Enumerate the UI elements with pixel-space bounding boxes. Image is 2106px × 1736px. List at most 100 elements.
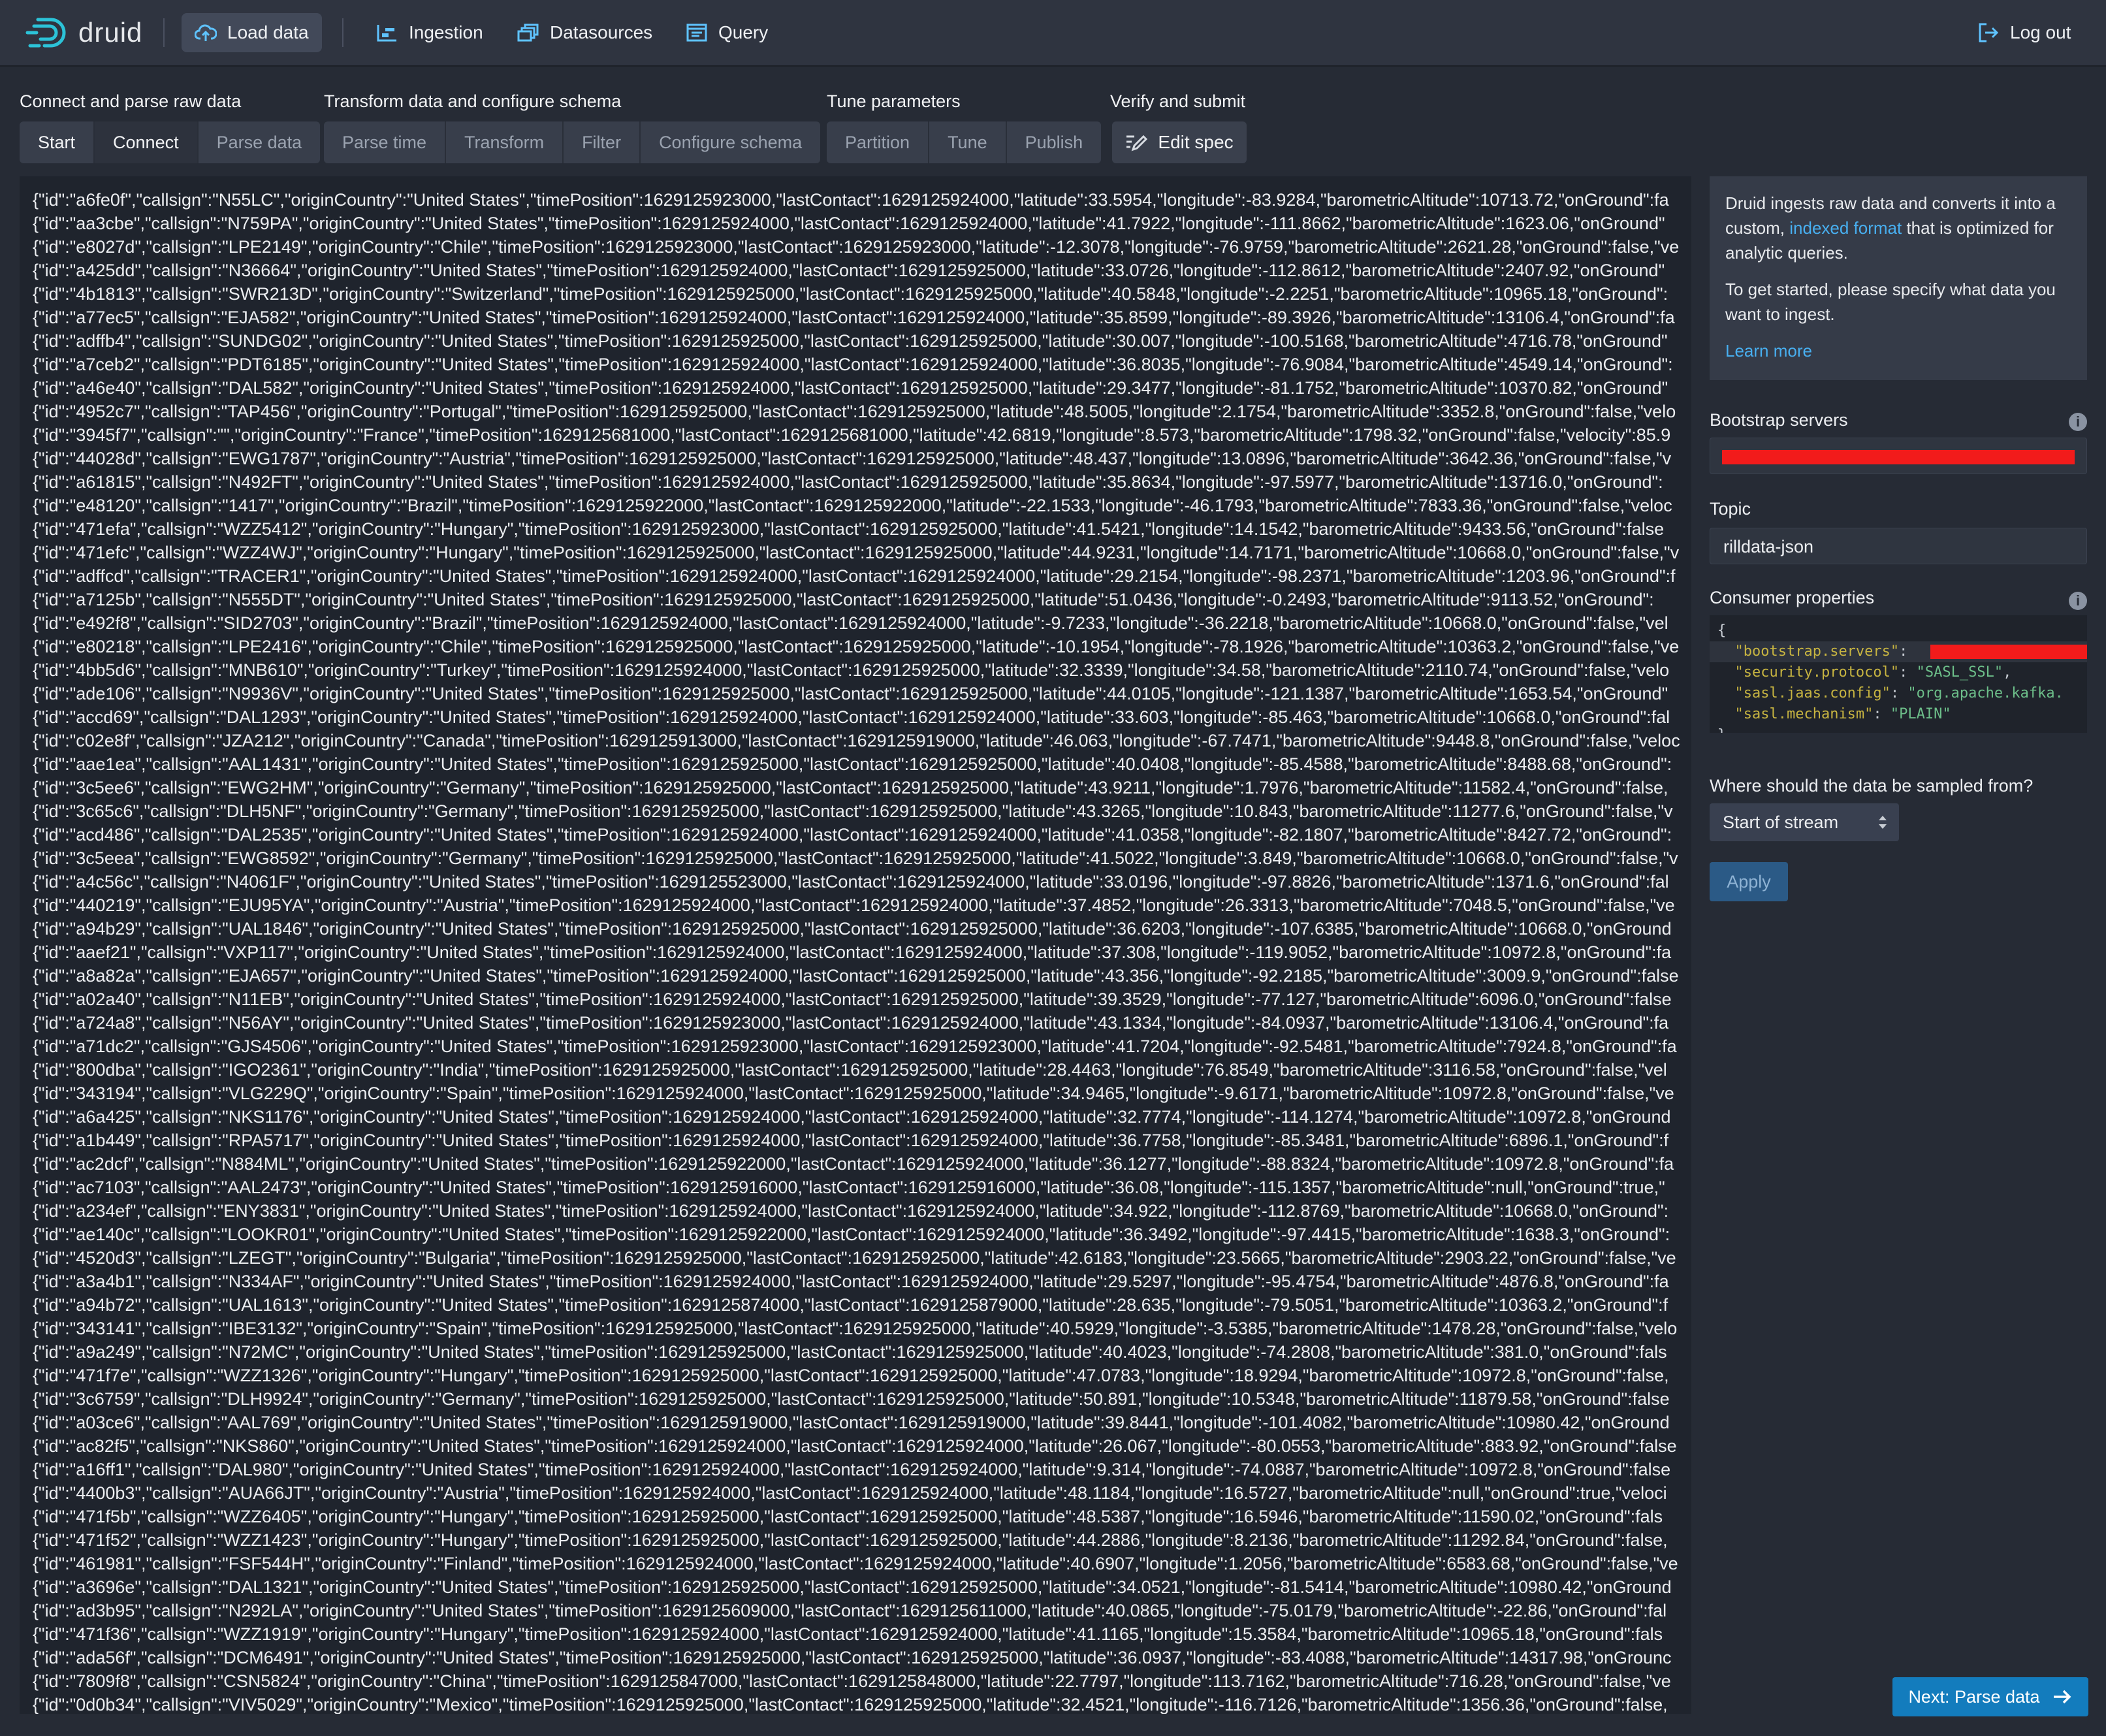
raw-data-line: {"id":"7809f8","callsign":"CSN5824","ori… xyxy=(33,1671,1671,1691)
nav-load-data-label: Load data xyxy=(227,22,309,42)
code-line: "bootstrap.servers": xyxy=(1710,641,2087,662)
code-key: "sasl.mechanism" xyxy=(1734,706,1874,722)
logout-icon xyxy=(1979,23,1999,42)
nav-query-button[interactable]: Query xyxy=(673,13,781,52)
topic-input[interactable]: rilldata-json xyxy=(1710,528,2087,564)
raw-data-line: {"id":"4bb5d6","callsign":"MNB610","orig… xyxy=(33,660,1670,680)
raw-data-line: {"id":"aaef21","callsign":"VXP117","orig… xyxy=(33,942,1672,962)
intro-paragraph-2: To get started, please specify what data… xyxy=(1725,280,2056,324)
redacted-bar xyxy=(1722,450,2075,464)
step-group-title-connect: Connect and parse raw data xyxy=(20,91,242,111)
code-line: "security.protocol": "SASL_SSL", xyxy=(1734,664,2012,681)
step-parse-data[interactable]: Parse data xyxy=(198,121,321,163)
edit-spec-label: Edit spec xyxy=(1158,132,1234,152)
raw-data-line: {"id":"a16ff1","callsign":"DAL980","orig… xyxy=(33,1460,1671,1479)
datasources-icon xyxy=(517,24,539,42)
raw-data-line: {"id":"471f36","callsign":"WZZ1919","ori… xyxy=(33,1624,1663,1644)
raw-data-lines: {"id":"a6fe0f","callsign":"N55LC","origi… xyxy=(20,176,1691,1714)
code-value: "org.apache.kafka. xyxy=(1907,685,2064,701)
consumer-properties-editor[interactable]: { "bootstrap.servers": "security.protoco… xyxy=(1710,615,2087,733)
druid-logo-icon xyxy=(25,18,66,48)
app-name: druid xyxy=(78,17,143,48)
raw-data-line: {"id":"a94b29","callsign":"UAL1846","ori… xyxy=(33,919,1672,939)
apply-button[interactable]: Apply xyxy=(1710,862,1788,901)
sample-from-select[interactable]: Start of stream xyxy=(1710,803,1899,841)
raw-data-line: {"id":"c02e8f","callsign":"JZA212","orig… xyxy=(33,731,1680,750)
next-parse-data-button[interactable]: Next: Parse data xyxy=(1892,1677,2088,1716)
step-tune[interactable]: Tune xyxy=(929,121,1007,163)
code-value: "SASL_SSL" xyxy=(1916,664,2003,681)
raw-data-line: {"id":"e48120","callsign":"1417","origin… xyxy=(33,496,1672,515)
druid-logo[interactable]: druid xyxy=(25,14,142,51)
select-caret-icon xyxy=(1879,816,1887,829)
logout-button[interactable]: Log out xyxy=(1964,13,2084,52)
step-edit-spec-button[interactable]: Edit spec xyxy=(1112,121,1247,163)
code-brace-open: { xyxy=(1717,622,1727,639)
raw-data-line: {"id":"a6fe0f","callsign":"N55LC","origi… xyxy=(33,190,1669,210)
raw-data-line: {"id":"44028d","callsign":"EWG1787","ori… xyxy=(33,449,1672,468)
raw-data-line: {"id":"471f7e","callsign":"WZZ1326","ori… xyxy=(33,1366,1669,1385)
consumer-properties-label: Consumer properties xyxy=(1710,588,1875,607)
raw-data-line: {"id":"4520d3","callsign":"LZEGT","origi… xyxy=(33,1248,1676,1268)
next-button-label: Next: Parse data xyxy=(1908,1686,2040,1707)
intro-callout: Druid ingests raw data and converts it i… xyxy=(1710,176,2087,380)
raw-data-line: {"id":"a77ec5","callsign":"EJA582","orig… xyxy=(33,308,1675,327)
raw-data-line: {"id":"343194","callsign":"VLG229Q","ori… xyxy=(33,1084,1674,1103)
topic-label: Topic xyxy=(1710,499,1751,519)
step-partition[interactable]: Partition xyxy=(827,121,930,163)
raw-data-line: {"id":"a03ce6","callsign":"AAL769","orig… xyxy=(33,1413,1670,1432)
raw-data-line: {"id":"a7ceb2","callsign":"PDT6185","ori… xyxy=(33,355,1673,374)
nav-datasources-button[interactable]: Datasources xyxy=(504,13,665,52)
sample-from-value: Start of stream xyxy=(1723,812,1839,832)
step-publish[interactable]: Publish xyxy=(1006,121,1102,163)
code-line: { xyxy=(1710,620,2087,641)
raw-data-line: {"id":"adffb4","callsign":"SUNDG02","ori… xyxy=(33,331,1668,351)
step-transform[interactable]: Transform xyxy=(446,121,564,163)
raw-data-line: {"id":"a71dc2","callsign":"GJS4506","ori… xyxy=(33,1037,1677,1056)
consumer-info-icon[interactable]: i xyxy=(2069,592,2087,610)
code-key: "security.protocol" xyxy=(1734,664,1900,681)
step-filter[interactable]: Filter xyxy=(564,121,641,163)
step-connect[interactable]: Connect xyxy=(95,121,199,163)
arrow-right-icon xyxy=(2053,1690,2071,1704)
raw-data-line: {"id":"a4c56c","callsign":"N4061F","orig… xyxy=(33,872,1669,892)
bootstrap-info-icon[interactable]: i xyxy=(2069,413,2087,431)
learn-more-link[interactable]: Learn more xyxy=(1725,341,1812,361)
step-parse-time[interactable]: Parse time xyxy=(324,121,447,163)
raw-data-line: {"id":"3c5ee6","callsign":"EWG2HM","orig… xyxy=(33,778,1668,797)
raw-data-line: {"id":"e492f8","callsign":"SID2703","ori… xyxy=(33,613,1668,633)
raw-data-line: {"id":"a9a249","callsign":"N72MC","origi… xyxy=(33,1342,1667,1362)
raw-data-line: {"id":"aa3cbe","callsign":"N759PA","orig… xyxy=(33,214,1665,233)
raw-data-line: {"id":"3c6759","callsign":"DLH9924","ori… xyxy=(33,1389,1670,1409)
raw-data-preview[interactable]: {"id":"a6fe0f","callsign":"N55LC","origi… xyxy=(20,176,1691,1714)
raw-data-line: {"id":"aae1ea","callsign":"AAL1431","ori… xyxy=(33,754,1672,774)
raw-data-line: {"id":"440219","callsign":"EJU95YA","ori… xyxy=(33,895,1675,915)
indexed-format-link[interactable]: indexed format xyxy=(1789,218,1902,238)
nav-load-data-button[interactable]: Load data xyxy=(182,13,322,52)
raw-data-line: {"id":"a61815","callsign":"N492FT","orig… xyxy=(33,472,1663,492)
raw-data-line: {"id":"a02a40","callsign":"N11EB","origi… xyxy=(33,989,1672,1009)
raw-data-line: {"id":"a3696e","callsign":"DAL1321","ori… xyxy=(33,1577,1672,1597)
step-configure-schema[interactable]: Configure schema xyxy=(641,121,821,163)
raw-data-line: {"id":"a234ef","callsign":"ENY3831","ori… xyxy=(33,1201,1669,1221)
query-icon xyxy=(686,24,707,42)
nav-ingestion-button[interactable]: Ingestion xyxy=(363,13,496,52)
raw-data-line: {"id":"a7125b","callsign":"N555DT","orig… xyxy=(33,590,1654,609)
raw-data-line: {"id":"a6a425","callsign":"NKS1176","ori… xyxy=(33,1107,1671,1127)
raw-data-line: {"id":"471efa","callsign":"WZZ5412","ori… xyxy=(33,519,1665,539)
raw-data-line: {"id":"3c65c6","callsign":"DLH5NF","orig… xyxy=(33,801,1673,821)
raw-data-line: {"id":"3c5eea","callsign":"EWG8592","ori… xyxy=(33,848,1678,868)
step-start[interactable]: Start xyxy=(20,121,95,163)
nav-ingestion-label: Ingestion xyxy=(409,22,483,42)
raw-data-line: {"id":"e80218","callsign":"LPE2416","ori… xyxy=(33,637,1680,656)
raw-data-line: {"id":"4400b3","callsign":"AUA66JT","ori… xyxy=(33,1483,1667,1503)
nav-query-label: Query xyxy=(718,22,769,42)
code-line: "sasl.mechanism": "PLAIN" xyxy=(1734,706,1951,722)
raw-data-line: {"id":"a94b72","callsign":"UAL1613","ori… xyxy=(33,1295,1668,1315)
raw-data-line: {"id":"471f5b","callsign":"WZZ6405","ori… xyxy=(33,1507,1663,1526)
raw-data-line: {"id":"4b1813","callsign":"SWR213D","ori… xyxy=(33,284,1668,304)
raw-data-line: {"id":"ac2dcf","callsign":"N884ML","orig… xyxy=(33,1154,1674,1174)
bootstrap-servers-input[interactable] xyxy=(1710,438,2087,474)
raw-data-line: {"id":"4952c7","callsign":"TAP456","orig… xyxy=(33,402,1676,421)
raw-data-line: {"id":"a724a8","callsign":"N56AY","origi… xyxy=(33,1013,1669,1033)
